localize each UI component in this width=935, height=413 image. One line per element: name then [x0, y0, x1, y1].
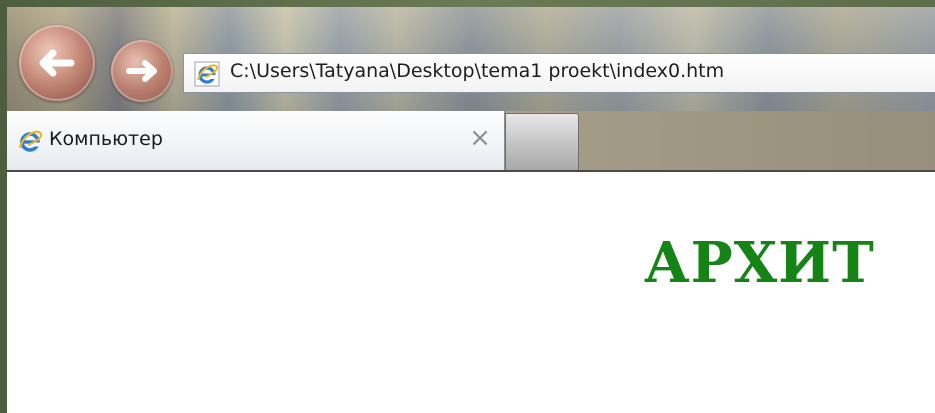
page-content: АРХИТ — [7, 172, 935, 413]
back-button[interactable] — [19, 25, 95, 101]
desktop-frame: C:\Users\Tatyana\Desktop\tema1 proekt\in… — [0, 0, 935, 413]
ie-logo-icon — [18, 130, 43, 152]
browser-toolbar: C:\Users\Tatyana\Desktop\tema1 proekt\in… — [7, 7, 935, 111]
address-url: C:\Users\Tatyana\Desktop\tema1 proekt\in… — [230, 60, 725, 82]
forward-arrow-icon — [126, 60, 157, 82]
forward-button[interactable] — [111, 40, 173, 102]
browser-window: C:\Users\Tatyana\Desktop\tema1 proekt\in… — [7, 7, 935, 413]
back-arrow-icon — [39, 49, 75, 77]
new-tab-button[interactable] — [505, 113, 579, 171]
ie-logo-icon — [194, 61, 220, 87]
tab-kompyuter[interactable]: Компьютер × — [7, 111, 505, 171]
close-tab-icon[interactable]: × — [467, 125, 493, 151]
tab-strip: Компьютер × — [7, 111, 935, 171]
page-heading: АРХИТ — [644, 230, 875, 296]
address-bar[interactable]: C:\Users\Tatyana\Desktop\tema1 proekt\in… — [183, 53, 935, 93]
tab-title: Компьютер — [49, 128, 163, 150]
